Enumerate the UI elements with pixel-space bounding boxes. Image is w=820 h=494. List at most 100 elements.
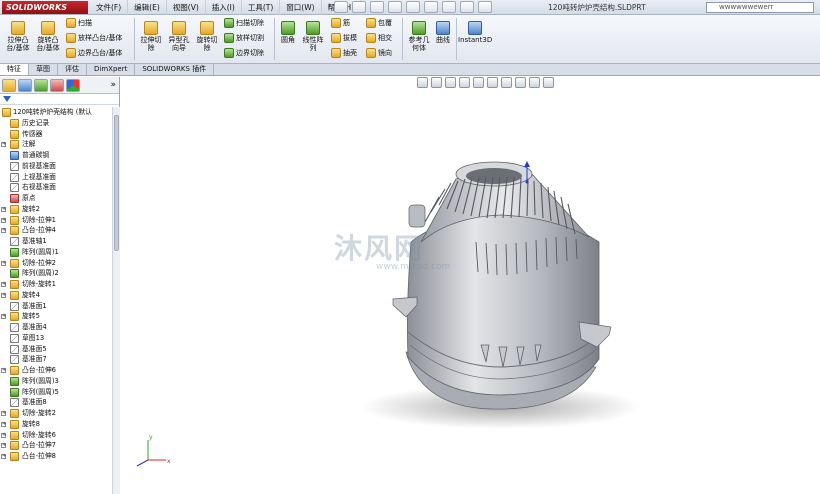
expand-icon[interactable]: + <box>1 142 6 148</box>
tree-item[interactable]: 右视基准面 <box>0 182 112 193</box>
converter-shell-model[interactable]: y x <box>121 77 820 494</box>
draft-button[interactable]: 拔模 <box>331 33 357 43</box>
tree-item[interactable]: 历史记录 <box>0 118 112 129</box>
new-file-icon[interactable] <box>334 1 348 13</box>
expand-icon[interactable]: + <box>1 411 6 416</box>
loft-cut-button[interactable]: 放样切割 <box>224 33 264 43</box>
revolve-cut-button[interactable]: 旋转切 除 <box>194 21 220 52</box>
display-manager-tab-icon[interactable] <box>66 79 80 92</box>
expand-icon[interactable]: + <box>1 217 6 223</box>
tree-item[interactable]: 阵列(圆周)3 <box>0 376 112 387</box>
expand-icon[interactable]: + <box>1 443 6 449</box>
curves-button[interactable]: 曲线 <box>432 21 454 44</box>
graphics-area[interactable]: y x 沐风网 www.mfcad.com <box>121 77 820 494</box>
menu-item-1[interactable]: 编辑(E) <box>128 0 167 15</box>
save-icon[interactable] <box>370 1 384 13</box>
sweep-button[interactable]: 扫描 <box>66 18 92 28</box>
tree-item[interactable]: + 切除-旋转6 <box>0 430 112 441</box>
menu-item-5[interactable]: 窗口(W) <box>280 0 322 15</box>
loft-boss-button[interactable]: 放样凸台/基体 <box>66 33 122 43</box>
tree-item[interactable]: 基准面5 <box>0 344 112 355</box>
extrude-boss-button[interactable]: 拉伸凸 台/基体 <box>4 21 32 52</box>
revolve-boss-button[interactable]: 旋转凸 台/基体 <box>34 21 62 52</box>
linear-pattern-button[interactable]: 线性阵 列 <box>300 21 326 52</box>
expand-icon[interactable]: + <box>1 260 6 266</box>
tree-item[interactable]: + 旋转8 <box>0 419 112 430</box>
print-icon[interactable] <box>388 1 402 13</box>
menu-item-4[interactable]: 工具(T) <box>242 0 281 15</box>
open-file-icon[interactable] <box>352 1 366 13</box>
tree-item[interactable]: + 切除-旋转2 <box>0 408 112 419</box>
tree-item[interactable]: 草图13 <box>0 333 112 344</box>
intersect-button[interactable]: 相交 <box>366 33 392 43</box>
expand-panel-icon[interactable]: » <box>110 79 116 91</box>
tree-item[interactable]: 上视基准面 <box>0 172 112 183</box>
sweep-cut-button[interactable]: 扫描切除 <box>224 18 264 28</box>
expand-icon[interactable]: + <box>1 432 6 438</box>
tree-item[interactable]: 基准面8 <box>0 397 112 408</box>
tree-item[interactable]: + 旋转2 <box>0 204 112 215</box>
scrollbar-thumb[interactable] <box>114 115 119 251</box>
expand-icon[interactable]: + <box>1 314 6 320</box>
select-icon[interactable] <box>424 1 438 13</box>
expand-icon[interactable]: + <box>1 228 6 234</box>
solidworks-logo[interactable]: SOLIDWORKS <box>2 1 88 14</box>
tree-item[interactable]: + 凸台-拉伸8 <box>0 451 112 462</box>
tree-filter[interactable] <box>0 94 119 105</box>
tree-item[interactable]: + 旋转5 <box>0 311 112 322</box>
instant3d-button[interactable]: Instant3D <box>458 21 492 44</box>
tree-item[interactable]: + 旋转4 <box>0 290 112 301</box>
tree-scrollbar[interactable] <box>112 107 120 494</box>
menu-item-3[interactable]: 插入(I) <box>206 0 242 15</box>
tree-item[interactable]: 基准面7 <box>0 354 112 365</box>
tree-item[interactable]: 原点 <box>0 193 112 204</box>
expand-icon[interactable]: + <box>1 368 6 373</box>
expand-icon[interactable]: + <box>1 206 6 212</box>
tree-item[interactable]: 基准轴1 <box>0 236 112 247</box>
extrude-cut-button[interactable]: 拉伸切 除 <box>138 21 164 52</box>
rebuild-icon[interactable] <box>442 1 456 13</box>
reference-geometry-button[interactable]: 参考几 何体 <box>406 21 432 52</box>
feature-tree-tab-icon[interactable] <box>2 79 16 92</box>
tree-item[interactable]: 基准面1 <box>0 301 112 312</box>
wrap-button[interactable]: 包覆 <box>366 18 392 28</box>
tree-item[interactable]: + 注解 <box>0 139 112 150</box>
boundary-boss-button[interactable]: 边界凸台/基体 <box>66 48 122 58</box>
tree-item[interactable]: 普通碳钢 <box>0 150 112 161</box>
expand-icon[interactable]: + <box>1 454 6 459</box>
expand-icon[interactable]: + <box>1 282 6 287</box>
tree-item[interactable]: 120吨转炉炉壳结构 (默认 <box>0 107 112 118</box>
tab-0[interactable]: 特征 <box>0 64 29 75</box>
property-manager-tab-icon[interactable] <box>18 79 32 92</box>
expand-icon[interactable]: + <box>1 421 6 427</box>
configuration-manager-tab-icon[interactable] <box>34 79 48 92</box>
tree-item[interactable]: 阵列(圆周)5 <box>0 387 112 398</box>
tab-3[interactable]: DimXpert <box>87 64 136 75</box>
tab-1[interactable]: 草图 <box>29 64 58 75</box>
tree-item[interactable]: + 切除-拉伸1 <box>0 215 112 226</box>
tree-item[interactable]: + 凸台-拉伸7 <box>0 440 112 451</box>
tab-2[interactable]: 评估 <box>58 64 87 75</box>
dimxpert-tab-icon[interactable] <box>50 79 64 92</box>
expand-icon[interactable]: + <box>1 292 6 298</box>
menu-item-0[interactable]: 文件(F) <box>90 0 129 15</box>
fillet-button[interactable]: 圆角 <box>278 21 298 44</box>
tree-item[interactable]: 前视基准面 <box>0 161 112 172</box>
tree-item[interactable]: 阵列(圆周)2 <box>0 268 112 279</box>
hole-wizard-button[interactable]: 异型孔 向导 <box>166 21 192 52</box>
search-input[interactable]: wwwwwwewerr <box>706 2 814 13</box>
shell-button[interactable]: 抽壳 <box>331 48 357 58</box>
tree-item[interactable]: 传感器 <box>0 129 112 140</box>
tree-item[interactable]: + 凸台-拉伸4 <box>0 225 112 236</box>
tree-item[interactable]: + 凸台-拉伸6 <box>0 365 112 376</box>
tree-item[interactable]: + 切除-旋转1 <box>0 279 112 290</box>
options-icon[interactable] <box>478 1 492 13</box>
mirror-button[interactable]: 镜向 <box>366 48 392 58</box>
menu-item-2[interactable]: 视图(V) <box>167 0 206 15</box>
tree-item[interactable]: + 切除-拉伸2 <box>0 258 112 269</box>
rib-button[interactable]: 筋 <box>331 18 350 28</box>
tree-item[interactable]: 阵列(圆周)1 <box>0 247 112 258</box>
tree-item[interactable]: 基准面4 <box>0 322 112 333</box>
undo-icon[interactable] <box>406 1 420 13</box>
tab-4[interactable]: SOLIDWORKS 插件 <box>135 64 215 75</box>
